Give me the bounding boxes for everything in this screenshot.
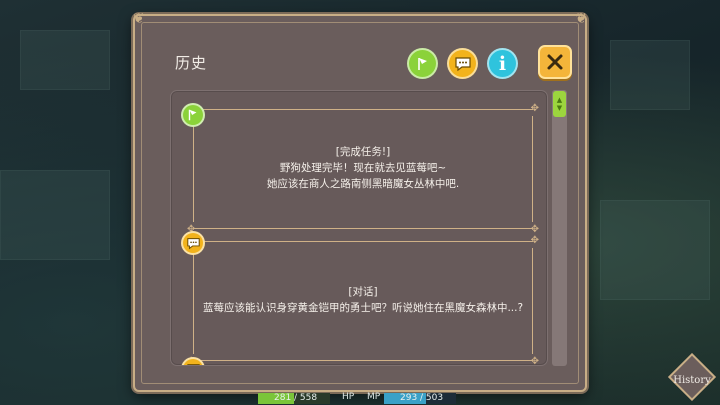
history-button[interactable]: History	[667, 352, 717, 402]
list-item: ✥ ✥ ✥ ✥ [完成任务!] 野狗处理完毕！现在就去见蓝莓吧~ 她应该在商人之…	[187, 103, 539, 235]
entry-heading: [完成任务!]	[335, 146, 391, 158]
list-item: ✥ ✥ ✥ ✥ [对话] 蓝莓应该能认识身穿黄金铠甲的勇士吧？听说她住在黑魔女森…	[187, 235, 539, 365]
speech-bubble-icon	[181, 231, 205, 255]
entry-line: 蓝莓应该能认识身穿黄金铠甲的勇士吧？听说她住在黑魔女森林中...?	[202, 302, 524, 314]
close-button[interactable]	[538, 45, 572, 79]
ornament: ✥	[530, 224, 539, 235]
history-panel: ❦ ❦ 历史 i ✥ ✥ ✥ ✥ [完成任务!] 野狗处理完毕！现在就去见	[133, 11, 587, 392]
ornament: ✥	[530, 235, 539, 246]
info-button[interactable]: i	[487, 48, 518, 79]
chevron-up-icon: ▲	[556, 96, 563, 104]
background-terrain-block	[0, 170, 110, 260]
background-terrain-block	[20, 30, 110, 90]
corner-ornament: ❦	[575, 11, 587, 27]
speech-bubble-glyph	[186, 363, 200, 365]
entry-text: [对话] 蓝莓应该能认识身穿黄金铠甲的勇士吧？听说她住在黑魔女森林中...?	[193, 284, 533, 316]
speech-bubble-glyph	[186, 237, 200, 249]
mp-label: MP	[367, 392, 381, 402]
background-terrain-block	[600, 200, 710, 300]
history-log[interactable]: ✥ ✥ ✥ ✥ [完成任务!] 野狗处理完毕！现在就去见蓝莓吧~ 她应该在商人之…	[170, 90, 548, 366]
ornament: ✥	[530, 103, 539, 114]
page-title: 历史	[175, 54, 208, 72]
entry-heading: [对话]	[348, 286, 378, 298]
close-x-icon	[547, 54, 563, 70]
mp-value: 293 / 503	[400, 393, 444, 403]
hp-value: 281 / 558	[274, 393, 318, 403]
speech-bubble-icon	[454, 56, 471, 71]
info-icon: i	[498, 52, 507, 75]
corner-ornament: ❦	[133, 11, 145, 27]
history-button-label: History	[673, 374, 711, 386]
entry-line: 野狗处理完毕！现在就去见蓝莓吧~	[279, 162, 447, 174]
mission-flag-icon	[181, 103, 205, 127]
entry-text: [完成任务!] 野狗处理完毕！现在就去见蓝莓吧~ 她应该在商人之路南侧黑暗魔女丛…	[193, 144, 533, 192]
chevron-down-icon: ▼	[556, 104, 563, 112]
mission-flag-icon	[417, 57, 427, 70]
scrollbar-thumb[interactable]: ▲ ▼	[553, 91, 566, 117]
status-hud: 281 / 558 HP MP 293 / 503	[258, 392, 458, 405]
mission-filter-button[interactable]	[407, 48, 438, 79]
mp-bar: 293 / 503	[384, 393, 456, 404]
ornament: ✥	[530, 356, 539, 366]
background-terrain-block	[610, 40, 690, 110]
dialogue-filter-button[interactable]	[447, 48, 478, 79]
mission-flag-glyph	[188, 109, 197, 121]
hp-bar: 281 / 558	[258, 393, 330, 404]
scrollbar[interactable]: ▲ ▼	[552, 90, 567, 366]
hp-label: HP	[342, 392, 355, 402]
entry-line: 她应该在商人之路南侧黑暗魔女丛林中吧.	[266, 178, 460, 190]
